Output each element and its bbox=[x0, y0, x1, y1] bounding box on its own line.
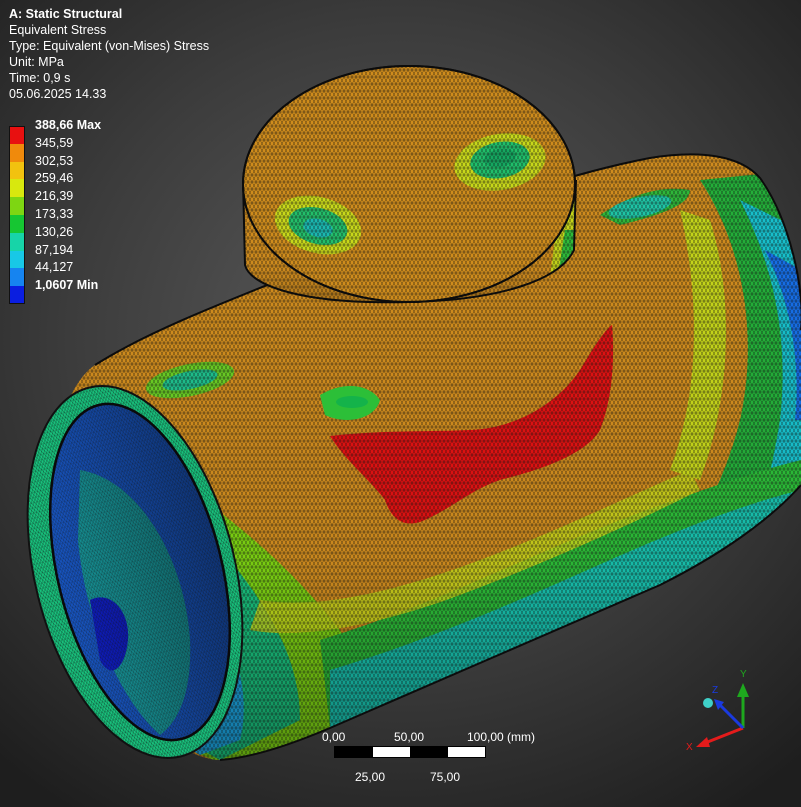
legend-color-swatch bbox=[9, 286, 25, 304]
result-unit: Unit: MPa bbox=[9, 55, 64, 69]
legend-color-swatch bbox=[9, 232, 25, 251]
result-date: 05.06.2025 14.33 bbox=[9, 87, 107, 101]
result-info: A: Static Structural Equivalent Stress T… bbox=[9, 6, 209, 102]
analysis-title: A: Static Structural bbox=[9, 7, 123, 21]
scale-label-25: 25,00 bbox=[355, 770, 386, 784]
legend-color-swatch bbox=[9, 126, 25, 144]
branch-cap bbox=[242, 65, 576, 303]
triad-origin-sphere bbox=[703, 698, 713, 708]
legend-value-label: 216,39 bbox=[35, 189, 74, 204]
result-type: Type: Equivalent (von-Mises) Stress bbox=[9, 39, 210, 53]
legend-value-label: 130,26 bbox=[35, 224, 74, 239]
scale-segment bbox=[410, 747, 448, 757]
scale-ruler bbox=[334, 746, 486, 758]
scale-label-0: 0,00 bbox=[322, 730, 346, 744]
scale-label-75: 75,00 bbox=[430, 770, 461, 784]
triad-z-axis bbox=[716, 701, 745, 730]
legend-color-swatch bbox=[9, 143, 25, 162]
legend-color-swatch bbox=[9, 214, 25, 233]
legend-value-label: 1,0607 Min bbox=[35, 278, 99, 293]
legend-value-label: 87,194 bbox=[35, 242, 74, 257]
triad-x-arrowhead bbox=[696, 737, 710, 747]
result-time: Time: 0,9 s bbox=[9, 71, 71, 85]
legend-color-swatch bbox=[9, 161, 25, 180]
triad-z-label: Z bbox=[712, 685, 718, 696]
legend-value-label: 173,33 bbox=[35, 206, 74, 221]
result-name: Equivalent Stress bbox=[9, 23, 107, 37]
scale-segment bbox=[335, 747, 373, 757]
triad-y-label: Y bbox=[740, 669, 747, 680]
scale-label-100: 100,00 (mm) bbox=[467, 730, 536, 744]
legend-value-label: 302,53 bbox=[35, 153, 74, 168]
legend-color-swatch bbox=[9, 250, 25, 269]
legend-color-swatch bbox=[9, 197, 25, 215]
scale-label-50: 50,00 bbox=[394, 730, 425, 744]
legend-color-swatch bbox=[9, 179, 25, 198]
legend-color-swatch bbox=[9, 268, 25, 287]
legend-value-label: 44,127 bbox=[35, 260, 74, 275]
legend-value-label: 259,46 bbox=[35, 171, 74, 186]
coordinate-triad[interactable]: X Y Z bbox=[686, 669, 749, 753]
scale-segment bbox=[447, 747, 485, 757]
legend-value-label: 388,66 Max bbox=[35, 118, 102, 132]
legend-value-label: 345,59 bbox=[35, 135, 74, 150]
triad-y-arrowhead bbox=[737, 683, 749, 697]
scale-segment bbox=[372, 747, 410, 757]
triad-x-label: X bbox=[686, 742, 693, 753]
model-viewport[interactable]: X Y Z bbox=[0, 0, 801, 807]
